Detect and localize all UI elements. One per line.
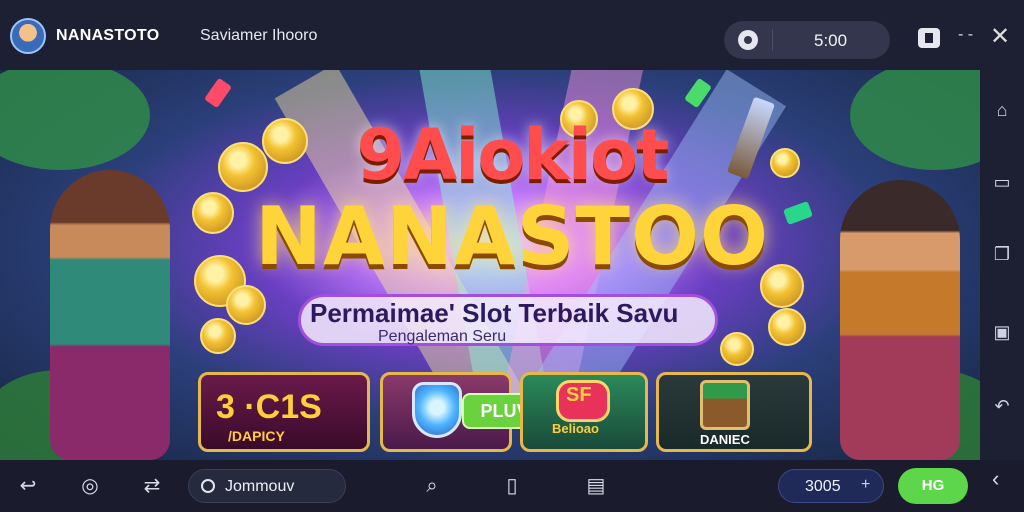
avatar[interactable]	[10, 18, 46, 54]
top-bar: NANASTOTO Saviamer Ihooro 5:00 - - ✕	[0, 0, 1024, 70]
search-field-icon	[201, 479, 215, 493]
window-icon[interactable]: ▣	[992, 322, 1012, 342]
logo-title-main: NANASTOO	[255, 190, 769, 283]
tile-1-value: 3 ·C1S	[216, 388, 322, 426]
timer-divider	[772, 29, 773, 51]
treasure-chest-icon	[700, 380, 750, 430]
balance-amount: 3005	[805, 478, 841, 495]
balance-pill[interactable]: 3005 +	[778, 469, 884, 503]
tile-3-label: Belioao	[552, 421, 599, 436]
header-subtitle: Saviamer Ihooro	[200, 27, 318, 44]
gold-coin	[720, 332, 754, 366]
phone-icon[interactable]: ▯	[500, 474, 524, 498]
gold-coin	[200, 318, 236, 354]
search-value: Jommouv	[225, 478, 295, 495]
back-arrow-icon[interactable]: ↶	[992, 396, 1012, 416]
brand-title: NANASTOTO	[56, 27, 160, 44]
chat-icon[interactable]: ▤	[584, 474, 608, 498]
timer-icon	[738, 30, 758, 50]
gold-coin	[226, 285, 266, 325]
search-field[interactable]: Jommouv	[188, 469, 346, 503]
timer-pill[interactable]: 5:00	[724, 21, 890, 59]
back-icon[interactable]: ↩	[16, 474, 40, 498]
logo-title-top: 9Aiokiot	[356, 114, 669, 196]
tagline-sub: Pengaleman Seru	[378, 328, 507, 345]
sync-icon[interactable]: ⇄	[140, 474, 164, 498]
home-icon[interactable]: ⌂	[992, 100, 1012, 120]
chevron-left-icon[interactable]: ‹	[992, 466, 999, 492]
shield-icon	[412, 382, 462, 438]
gold-coin	[768, 308, 806, 346]
minus-icon[interactable]: - -	[958, 26, 973, 44]
layers-icon[interactable]: ❐	[992, 244, 1012, 264]
tile-4-label: DANIEC	[700, 432, 750, 447]
timer-value: 5:00	[814, 31, 848, 50]
red-gem	[203, 77, 233, 109]
game-banner[interactable]: 9Aiokiot NANASTOO Permaimae' Slot Terbai…	[0, 70, 980, 460]
tagline: Permaimae' Slot Terbaik Savu	[310, 298, 679, 328]
square-icon[interactable]: ▭	[992, 172, 1012, 192]
compass-icon[interactable]: ◎	[78, 474, 102, 498]
box-icon[interactable]	[918, 28, 940, 48]
tile-1-label: /DAPICY	[228, 428, 285, 444]
search-icon[interactable]: ⌕	[420, 474, 444, 498]
go-button[interactable]: HG	[898, 468, 968, 504]
balance-plus: +	[861, 476, 871, 493]
close-icon[interactable]: ✕	[990, 22, 1010, 51]
tile-3-value: SF	[566, 384, 592, 406]
